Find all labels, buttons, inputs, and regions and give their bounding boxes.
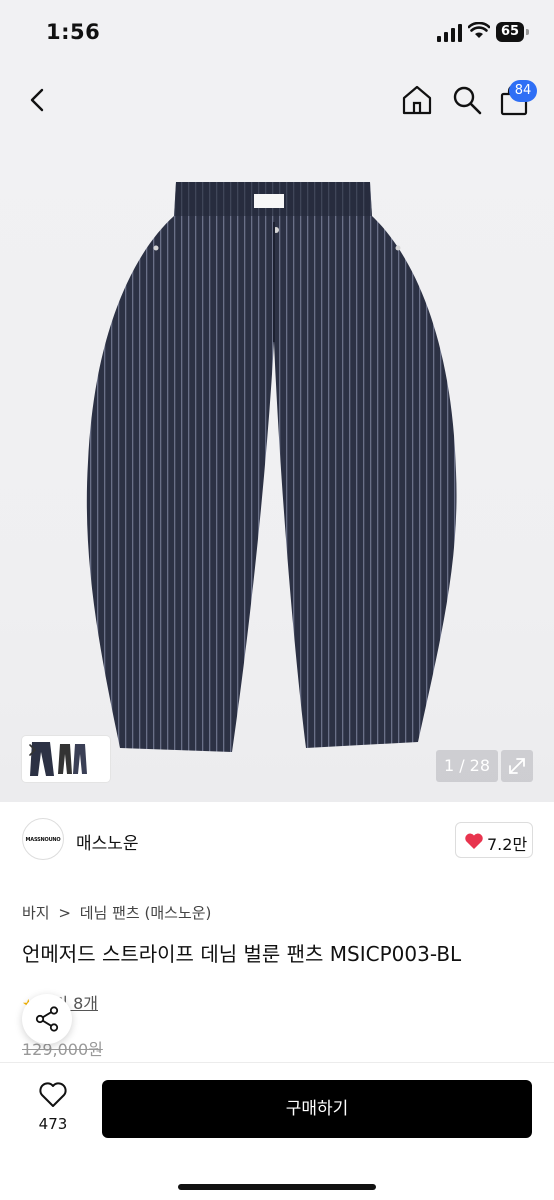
breadcrumb: 바지 > 데님 팬츠 (매스노운) — [22, 902, 215, 923]
product-title: 언메저드 스트라이프 데님 벌룬 팬츠 MSICP003-BL — [22, 942, 462, 966]
brand-like-button[interactable]: 7.2만 — [455, 822, 533, 858]
cart-count-badge: 84 — [509, 80, 537, 102]
battery-icon: 65 — [496, 22, 530, 42]
breadcrumb-separator: > — [58, 904, 71, 922]
image-counter: 1 / 28 — [436, 750, 498, 782]
battery-level: 65 — [496, 22, 524, 42]
home-icon[interactable] — [400, 83, 434, 117]
brand-logo[interactable]: MASSNOUNO — [22, 818, 64, 860]
wishlist-count: 473 — [38, 1115, 68, 1133]
product-image-gallery[interactable]: 1 / 28 — [0, 138, 554, 802]
expand-icon — [509, 758, 525, 774]
brand-like-count: 7.2만 — [487, 835, 528, 854]
breadcrumb-category[interactable]: 바지 — [22, 904, 50, 922]
brand-name[interactable]: 매스노운 — [76, 829, 139, 854]
top-nav — [0, 64, 554, 138]
chevron-right-icon[interactable] — [28, 740, 38, 760]
signal-icon — [437, 24, 462, 42]
wifi-icon — [468, 22, 490, 38]
status-time: 1:56 — [46, 20, 101, 44]
share-button[interactable] — [22, 994, 72, 1044]
heart-filled-icon — [465, 833, 483, 849]
wishlist-button[interactable]: 473 — [30, 1081, 76, 1141]
buy-button[interactable]: 구매하기 — [102, 1080, 532, 1138]
brand-row[interactable]: MASSNOUNO 매스노운 7.2만 — [0, 802, 554, 882]
breadcrumb-subcategory[interactable]: 데님 팬츠 (매스노운) — [80, 904, 212, 922]
heart-outline-icon — [39, 1082, 67, 1107]
home-indicator — [178, 1184, 376, 1190]
thumbnail-strip[interactable] — [22, 736, 110, 782]
product-image — [86, 182, 457, 752]
expand-button[interactable] — [501, 750, 533, 782]
share-icon — [35, 1006, 59, 1032]
back-arrow-icon[interactable] — [24, 84, 52, 116]
status-bar: 1:56 65 — [0, 0, 554, 64]
bottom-action-bar: 473 구매하기 — [0, 1062, 554, 1200]
search-icon[interactable] — [450, 83, 484, 117]
